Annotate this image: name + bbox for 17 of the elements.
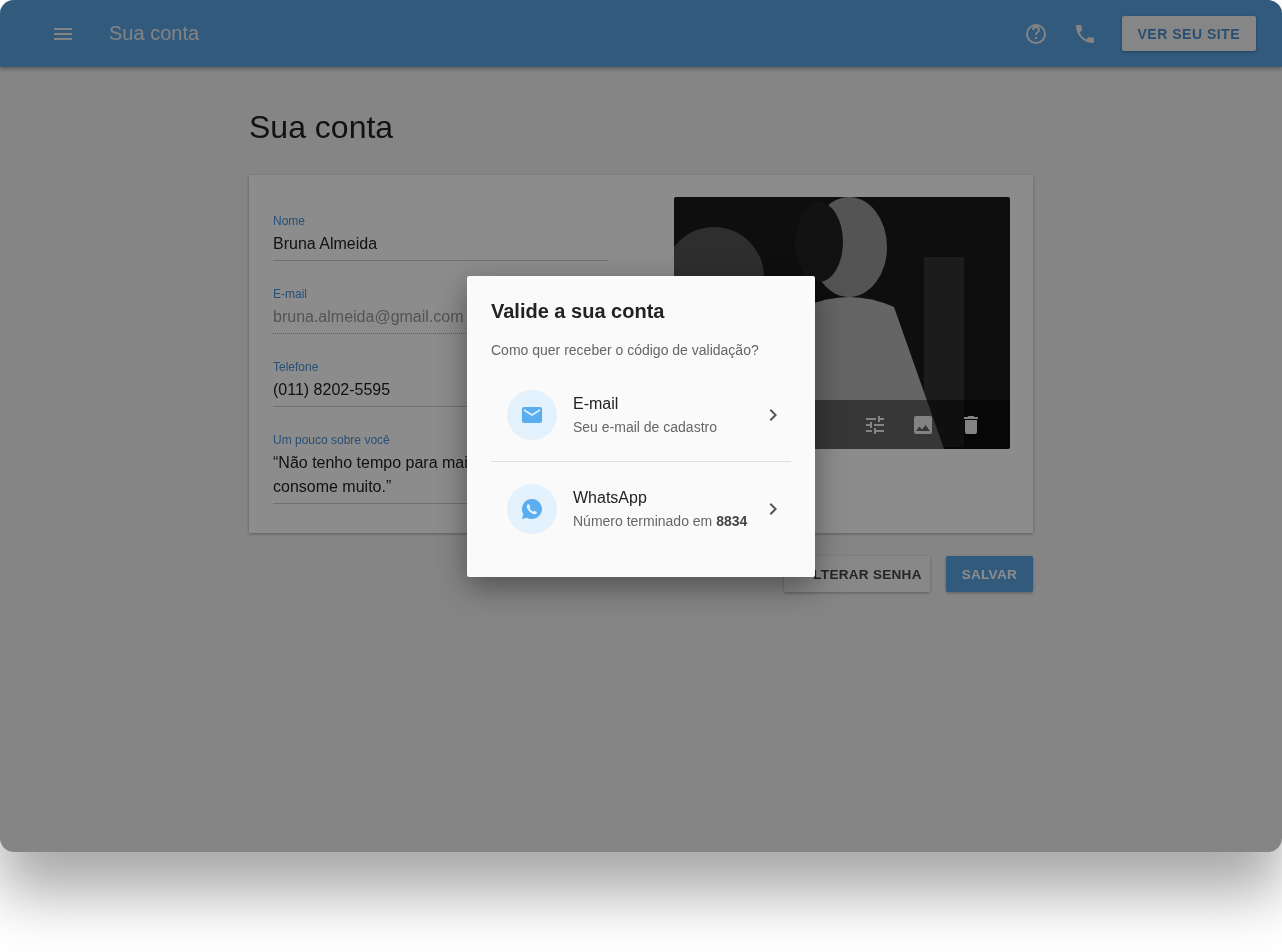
dialog-prompt: Como quer receber o código de validação? xyxy=(491,342,760,358)
text-field[interactable]: Nome Bruna Almeida xyxy=(273,214,608,261)
field-label: Um pouco sobre você xyxy=(273,433,390,447)
field-label: E-mail xyxy=(273,287,307,301)
field-value: bruna.almeida@gmail.com xyxy=(273,307,464,327)
option-subtitle: Número terminado em 8834 xyxy=(573,512,749,529)
help-icon[interactable] xyxy=(1023,21,1048,46)
option-subtitle: Seu e-mail de cadastro xyxy=(573,418,718,435)
field-label: Telefone xyxy=(273,360,319,374)
field-value: Bruna Almeida xyxy=(273,234,378,254)
field-label: Nome xyxy=(273,214,305,228)
whatsapp-icon xyxy=(520,496,544,521)
app-bar-title: Sua conta xyxy=(109,22,201,45)
field-value: (011) 8202-5595 xyxy=(273,380,391,400)
option-item[interactable]: WhatsApp Número terminado em 8834 xyxy=(491,461,791,555)
field-value: “Não tenho tempo para mai consome muito.” xyxy=(273,453,468,497)
page-title: Sua conta xyxy=(249,108,395,147)
